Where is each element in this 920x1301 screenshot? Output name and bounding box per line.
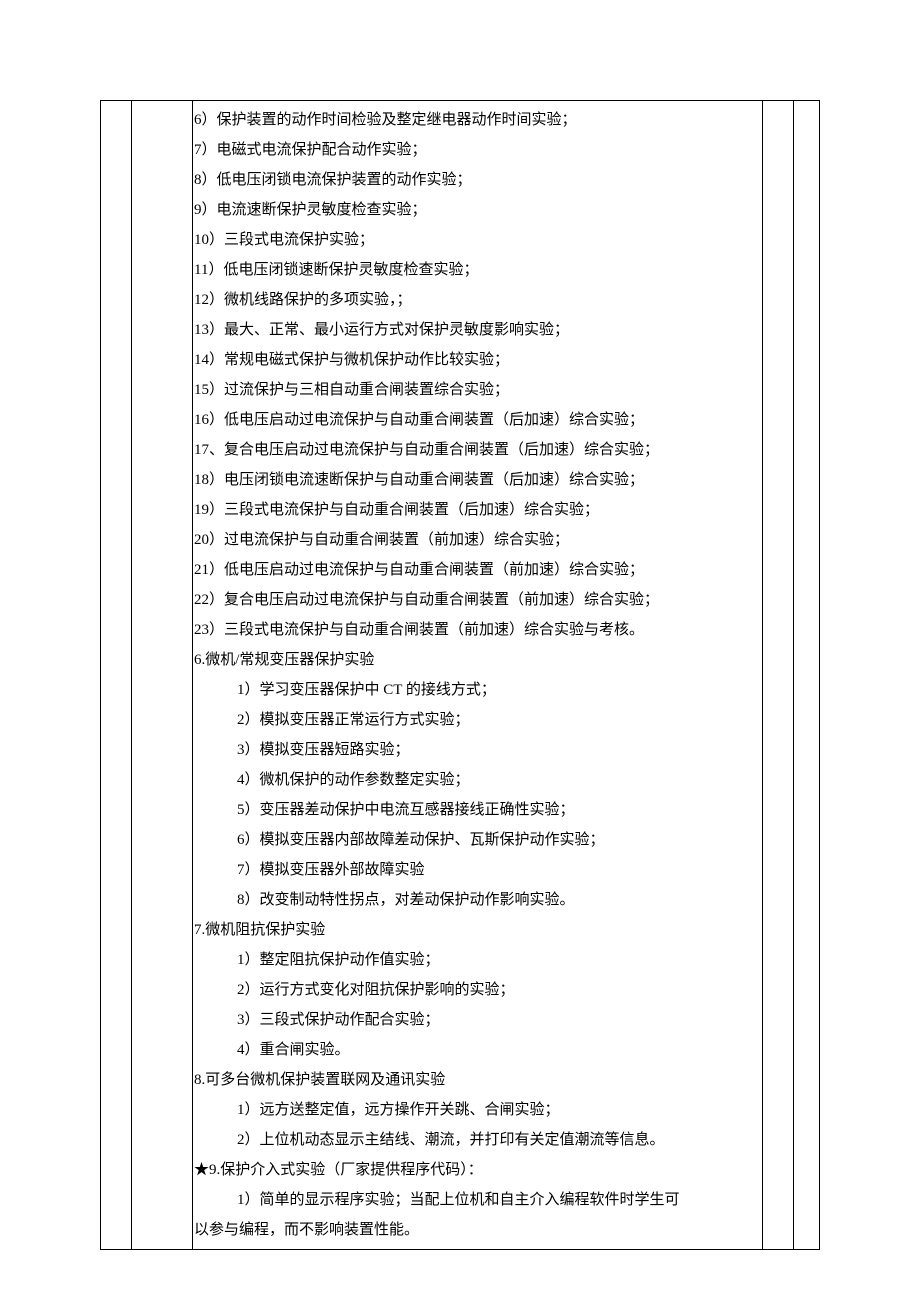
list-item: 23）三段式电流保护与自动重合闸装置（前加速）综合实验与考核。 [193,615,762,645]
list-item: 2）模拟变压器正常运行方式实验； [193,705,762,735]
list-item: 2）上位机动态显示主结线、潮流，并打印有关定值潮流等信息。 [193,1125,762,1155]
list-item: 19）三段式电流保护与自动重合闸装置（后加速）综合实验； [193,495,762,525]
list-item: 5）变压器差动保护中电流互感器接线正确性实验； [193,795,762,825]
list-item: 17、复合电压启动过电流保护与自动重合闸装置（后加速）综合实验； [193,435,762,465]
section-title: ★9.保护介入式实验（厂家提供程序代码）： [193,1155,762,1185]
section-title: 8.可多台微机保护装置联网及通讯实验 [193,1065,762,1095]
list-item: 1）简单的显示程序实验；当配上位机和自主介入编程软件时学生可 [193,1185,762,1215]
list-item: 11）低电压闭锁速断保护灵敏度检查实验； [193,255,762,285]
list-item: 8）低电压闭锁电流保护装置的动作实验； [193,165,762,195]
list-item: 4）重合闸实验。 [193,1035,762,1065]
list-item: 22）复合电压启动过电流保护与自动重合闸装置（前加速）综合实验； [193,585,762,615]
list-item: 3）模拟变压器短路实验； [193,735,762,765]
document-page: 6）保护装置的动作时间检验及整定继电器动作时间实验； 7）电磁式电流保护配合动作… [0,0,920,1250]
list-item: 12）微机线路保护的多项实验，； [193,285,762,315]
content-body: 6）保护装置的动作时间检验及整定继电器动作时间实验； 7）电磁式电流保护配合动作… [193,101,762,1249]
list-item: 15）过流保护与三相自动重合闸装置综合实验； [193,375,762,405]
list-item-continuation: 以参与编程，而不影响装置性能。 [193,1215,762,1245]
list-item: 14）常规电磁式保护与微机保护动作比较实验； [193,345,762,375]
cell-content: 6）保护装置的动作时间检验及整定继电器动作时间实验； 7）电磁式电流保护配合动作… [193,101,763,1250]
list-item: 2）运行方式变化对阻抗保护影响的实验； [193,975,762,1005]
list-item: 6）保护装置的动作时间检验及整定继电器动作时间实验； [193,105,762,135]
list-item: 13）最大、正常、最小运行方式对保护灵敏度影响实验； [193,315,762,345]
list-item: 6）模拟变压器内部故障差动保护、瓦斯保护动作实验； [193,825,762,855]
table-row: 6）保护装置的动作时间检验及整定继电器动作时间实验； 7）电磁式电流保护配合动作… [101,101,820,1250]
list-item: 16）低电压启动过电流保护与自动重合闸装置（后加速）综合实验； [193,405,762,435]
list-item: 1）远方送整定值，远方操作开关跳、合闸实验； [193,1095,762,1125]
list-item: 1）学习变压器保护中 CT 的接线方式； [193,675,762,705]
list-item: 18）电压闭锁电流速断保护与自动重合闸装置（后加速）综合实验； [193,465,762,495]
list-item: 7）模拟变压器外部故障实验 [193,855,762,885]
list-item: 7）电磁式电流保护配合动作实验； [193,135,762,165]
section-title: 6.微机/常规变压器保护实验 [193,645,762,675]
list-item: 21）低电压启动过电流保护与自动重合闸装置（前加速）综合实验； [193,555,762,585]
list-item: 4）微机保护的动作参数整定实验； [193,765,762,795]
list-item: 20）过电流保护与自动重合闸装置（前加速）综合实验； [193,525,762,555]
list-item: 9）电流速断保护灵敏度检查实验； [193,195,762,225]
cell-col4 [763,101,794,1250]
list-item: 1）整定阻抗保护动作值实验； [193,945,762,975]
cell-col2 [132,101,193,1250]
section-title: 7.微机阻抗保护实验 [193,915,762,945]
list-item: 10）三段式电流保护实验； [193,225,762,255]
list-item: 8）改变制动特性拐点，对差动保护动作影响实验。 [193,885,762,915]
content-table: 6）保护装置的动作时间检验及整定继电器动作时间实验； 7）电磁式电流保护配合动作… [100,100,820,1250]
cell-col1 [101,101,132,1250]
cell-col5 [794,101,820,1250]
list-item: 3）三段式保护动作配合实验； [193,1005,762,1035]
